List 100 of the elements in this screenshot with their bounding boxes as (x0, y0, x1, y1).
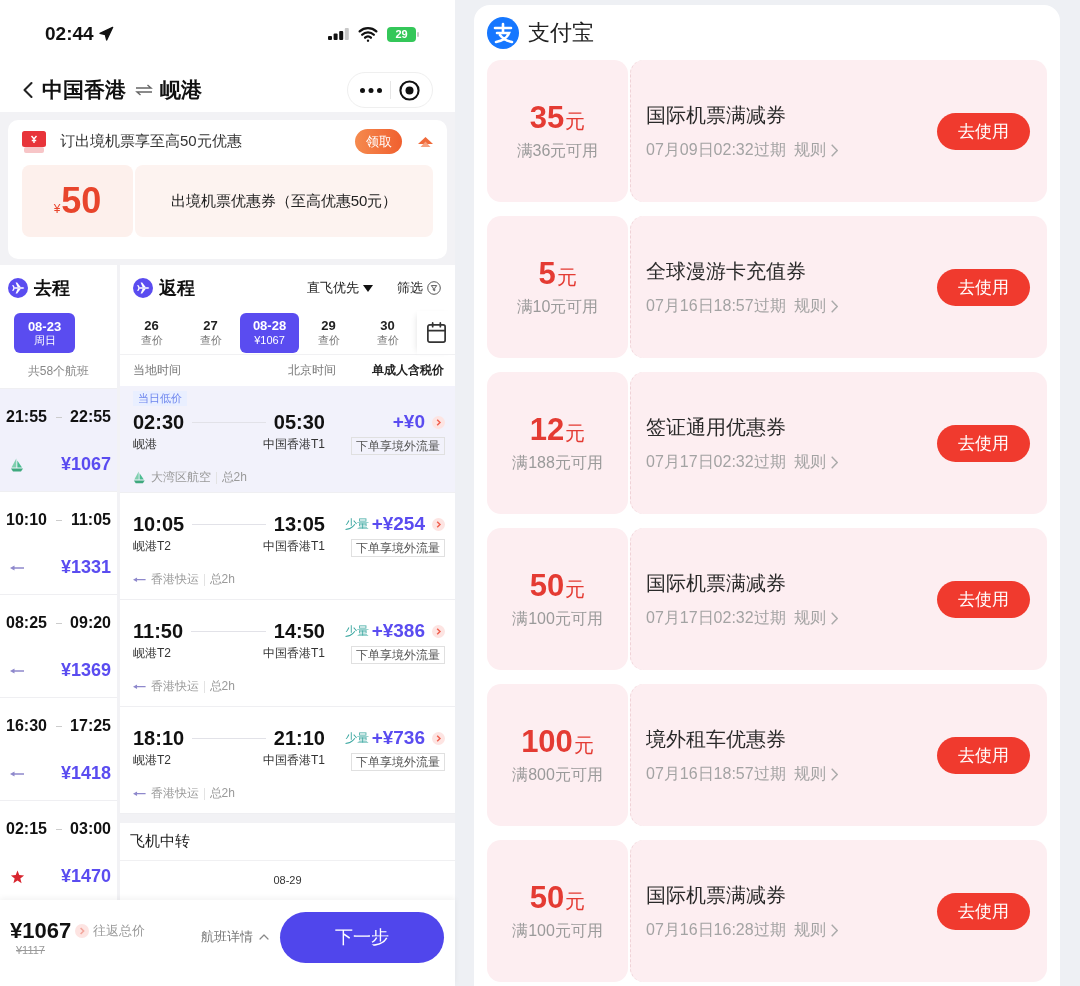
perk-label: 下单享境外流量 (351, 646, 445, 664)
coupon-amount: 5元 (538, 256, 577, 293)
departure-airport: 岘港T2 (133, 752, 171, 769)
arrival-time: 21:10 (273, 726, 325, 750)
expiry-date: 07月16日18:57过期 (646, 295, 786, 316)
chevron-icon (432, 624, 445, 638)
coupon-amount: 100元 (521, 724, 594, 761)
stock-label: 少量 (344, 622, 369, 640)
use-button[interactable]: 去使用 (937, 268, 1030, 306)
app-name: 支付宝 (528, 18, 594, 47)
status-time: 02:44 (45, 23, 94, 45)
calendar-icon[interactable] (424, 321, 448, 344)
logo-icon (487, 16, 519, 49)
ticket-icon (22, 130, 46, 153)
use-button[interactable]: 去使用 (937, 892, 1030, 930)
departure-airport: 岘港T2 (133, 538, 171, 555)
departure-time: 18:10 (133, 726, 185, 750)
total-label: 往返总价 (93, 922, 146, 940)
use-button[interactable]: 去使用 (937, 736, 1030, 774)
departure-time: 10:10 (6, 511, 47, 529)
details-link[interactable]: 航班详情 (201, 928, 272, 946)
target-icon[interactable] (399, 79, 420, 101)
use-button[interactable]: 去使用 (937, 424, 1030, 462)
price: +¥254 (371, 512, 425, 536)
plane-icon (8, 278, 28, 298)
expiry-date: 07月09日02:32过期 (646, 139, 786, 160)
expiry-date: 07月17日02:32过期 (646, 451, 786, 472)
duration: 总2h (209, 785, 235, 802)
column-header: 当地时间 (133, 362, 182, 379)
chevron-right-icon (830, 767, 838, 781)
chevron-right-icon (830, 923, 838, 937)
perk-label: 下单享境外流量 (351, 753, 445, 771)
coupon-title: 国际机票满减券 (646, 882, 787, 908)
chevron-right-icon (830, 143, 838, 157)
dart-icon (133, 576, 146, 583)
chevron-icon (432, 415, 445, 429)
price: ¥1470 (60, 866, 111, 887)
flight-count: 共58个航班 (26, 363, 91, 380)
date-chip[interactable]: 08-23 周日 (14, 313, 75, 353)
use-button[interactable]: 去使用 (937, 580, 1030, 618)
price: ¥1418 (60, 763, 111, 784)
airline-name: 香港快运 (150, 678, 199, 695)
filter-button[interactable]: 筛选 (397, 279, 441, 297)
departure-time: 21:55 (6, 408, 47, 426)
date-tab[interactable]: 26 查价 (122, 312, 181, 353)
coupon-title: 境外租车优惠券 (646, 726, 787, 752)
column-header: 单成人含税价 (372, 362, 444, 379)
arrival-airport: 中国香港T1 (263, 645, 325, 662)
departure-time: 08:25 (6, 614, 47, 632)
chevron-right-icon (830, 455, 838, 469)
coupon-amount: 50元 (529, 880, 586, 917)
sort-dropdown[interactable]: 直飞优先 (307, 279, 373, 297)
coupon-condition: 满36元可用 (516, 141, 599, 161)
date-tab[interactable]: 08-28 ¥1067 (240, 312, 299, 353)
dart-icon (133, 790, 146, 797)
next-button[interactable]: 下一步 (280, 911, 444, 963)
date-tab[interactable]: 29 查价 (299, 312, 358, 353)
battery-indicator: 29 (387, 26, 419, 42)
price: +¥736 (371, 726, 425, 750)
flight-card[interactable]: 当日低价 02:30 05:30 岘港 中国香港T1 +¥0 下单享境外流量 大湾区航空 总2h (120, 386, 455, 493)
departure-time: 16:30 (6, 717, 47, 735)
arrival-time: 14:50 (273, 619, 325, 643)
departure-time: 02:30 (133, 410, 185, 434)
star-icon (10, 869, 25, 884)
arrival-airport: 中国香港T1 (263, 436, 325, 453)
wifi-icon (358, 24, 378, 44)
coupon-amount: ¥50 (53, 180, 102, 222)
caret-up-icon[interactable] (418, 136, 433, 147)
column-header: 北京时间 (288, 362, 336, 379)
flight-row[interactable]: 21:55 22:55 ¥1067 (0, 388, 117, 491)
date-tab[interactable]: 30 查价 (358, 312, 417, 353)
departure-time: 02:15 (6, 820, 47, 838)
chevron-right-icon (830, 299, 838, 313)
date-tab[interactable]: 27 查价 (181, 312, 240, 353)
coupon-condition: 满100元可用 (512, 921, 603, 941)
use-button[interactable]: 去使用 (937, 112, 1030, 150)
duration: 总2h (221, 469, 247, 486)
arrival-time: 11:05 (70, 511, 111, 529)
filter-icon (427, 281, 441, 295)
coupon-amount: 35元 (529, 100, 586, 137)
plane-icon (133, 278, 153, 298)
departure-airport: 岘港 (133, 436, 157, 453)
price: ¥1369 (60, 660, 111, 681)
coupon-condition: 满100元可用 (512, 609, 603, 629)
stock-label: 少量 (344, 515, 369, 533)
arrival-time: 13:05 (273, 512, 325, 536)
expiry-date: 07月16日16:28过期 (646, 919, 786, 940)
transfer-date: 08-29 (273, 874, 302, 886)
more-icon[interactable] (360, 87, 382, 93)
swap-icon (134, 84, 154, 96)
perk-label: 下单享境外流量 (351, 437, 445, 455)
original-price: ¥1117 (16, 944, 45, 956)
price: ¥1067 (60, 454, 111, 475)
stock-label: 少量 (344, 729, 369, 747)
chevron-icon (432, 517, 445, 531)
airline-name: 香港快运 (150, 571, 199, 588)
chevron-icon (432, 731, 445, 745)
city-name: 中国香港 (42, 77, 126, 103)
coupon-amount: 50元 (529, 568, 586, 605)
dart-icon (10, 564, 24, 571)
